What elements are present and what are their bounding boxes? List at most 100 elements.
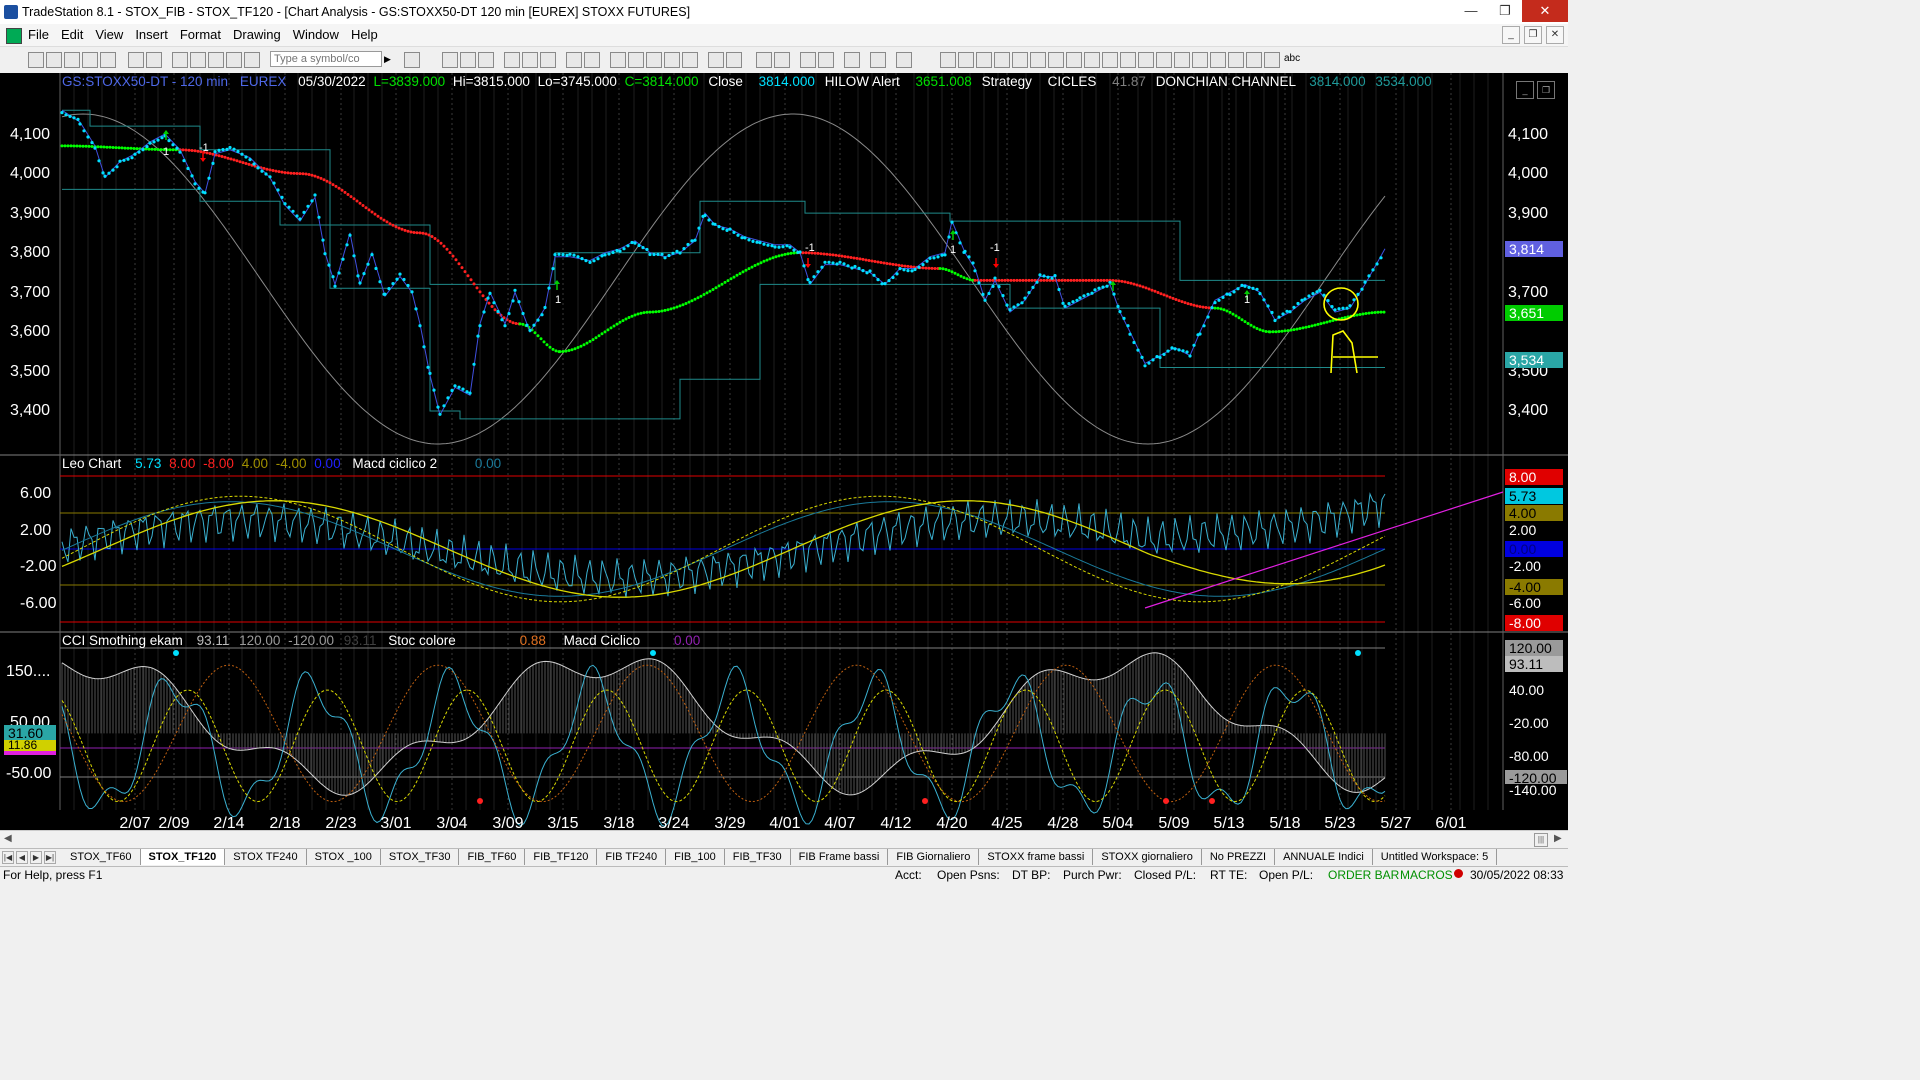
point-figure-icon[interactable]	[664, 52, 680, 68]
tab-first-icon[interactable]: |◀	[2, 851, 14, 864]
tab-stox-tf120[interactable]: STOX_TF120	[140, 849, 226, 865]
donchian-label[interactable]: DONCHIAN CHANNEL	[1156, 74, 1296, 89]
symbol-input[interactable]	[270, 51, 382, 67]
drawing-object-icon[interactable]	[896, 52, 912, 68]
tab-fib-tf240[interactable]: FIB TF240	[597, 849, 667, 865]
tab-stoxx-giornaliero[interactable]: STOXX giornaliero	[1093, 849, 1202, 865]
chart-horizontal-scrollbar[interactable]: ◀ ||| ▶	[0, 830, 1568, 849]
grid-window-icon[interactable]	[478, 52, 494, 68]
panel-minimize-button[interactable]: _	[1516, 81, 1534, 99]
hilow-label[interactable]: HILOW Alert	[825, 74, 900, 89]
strategy-icon[interactable]	[504, 52, 520, 68]
matrix-icon[interactable]	[540, 52, 556, 68]
tab-prev-icon[interactable]: ◀	[16, 851, 28, 864]
arrow-icon[interactable]	[1102, 52, 1118, 68]
scroll-left-icon[interactable]: ◀	[4, 833, 12, 844]
speed-lines-icon[interactable]	[1030, 52, 1046, 68]
open-icon[interactable]	[46, 52, 62, 68]
andrews-pitchfork-icon[interactable]	[1048, 52, 1064, 68]
curve-icon[interactable]	[1192, 52, 1208, 68]
open-workspace-icon[interactable]	[64, 52, 80, 68]
horizontal-line-icon[interactable]	[976, 52, 992, 68]
insert-indicator-icon[interactable]	[566, 52, 582, 68]
zoom-in-bars-icon[interactable]	[708, 52, 724, 68]
tab-annuale-indici[interactable]: ANNUALE Indici	[1275, 849, 1373, 865]
tab-no-prezzi[interactable]: No PREZZI	[1202, 849, 1276, 865]
pointer-icon[interactable]	[800, 52, 816, 68]
crosshair-icon[interactable]	[818, 52, 834, 68]
zoom-out-bars-icon[interactable]	[726, 52, 742, 68]
mdi-restore-button[interactable]: ❐	[1524, 26, 1542, 44]
tab-stox-100[interactable]: STOX _100	[307, 849, 381, 865]
insert-strategy-icon[interactable]	[584, 52, 600, 68]
save-workspace-icon[interactable]	[128, 52, 144, 68]
zoom-out-icon[interactable]	[774, 52, 790, 68]
tab-fib-tf30[interactable]: FIB_TF30	[725, 849, 791, 865]
copy-icon[interactable]	[190, 52, 206, 68]
tab-fib-tf60[interactable]: FIB_TF60	[459, 849, 526, 865]
macd-ciclico-2-label[interactable]: Macd ciclico 2	[352, 456, 437, 471]
line-chart-icon[interactable]	[628, 52, 644, 68]
tab-fib-tf120[interactable]: FIB_TF120	[525, 849, 598, 865]
mdi-close-button[interactable]: ✕	[1546, 26, 1564, 44]
tab-fib-frame-bassi[interactable]: FIB Frame bassi	[791, 849, 889, 865]
data-window-icon[interactable]	[870, 52, 886, 68]
news-window-icon[interactable]	[460, 52, 476, 68]
delete-icon[interactable]	[226, 52, 242, 68]
symbol-label[interactable]: GS:STOXX50-DT - 120 min	[62, 74, 228, 89]
minimize-button[interactable]: —	[1454, 0, 1488, 22]
vertical-line-icon[interactable]	[958, 52, 974, 68]
cci-label[interactable]: CCI Smothing ekam	[62, 633, 183, 648]
fibonacci-arc-icon[interactable]	[1138, 52, 1154, 68]
tab-stox-tf30[interactable]: STOX_TF30	[381, 849, 460, 865]
chart-analysis-window[interactable]: 1 -1 1 -1 1 -1 1 2/07 2/09 2/14 2/18 2/23 3/01 3/04 3…	[0, 73, 1568, 830]
macd-ciclico-label[interactable]: Macd Ciclico	[564, 633, 641, 648]
kagi-icon[interactable]	[682, 52, 698, 68]
macros-indicator[interactable]: MACROS	[1400, 868, 1453, 882]
chart-window-icon[interactable]	[6, 28, 22, 44]
menu-format[interactable]: Format	[174, 27, 227, 42]
hammer-icon[interactable]	[844, 52, 860, 68]
properties-icon[interactable]	[244, 52, 260, 68]
cycle-lines-icon[interactable]	[1066, 52, 1082, 68]
tab-stox-tf60[interactable]: STOX_TF60	[62, 849, 141, 865]
close-label[interactable]: Close	[708, 74, 743, 89]
strategy-label[interactable]: Strategy	[982, 74, 1032, 89]
menu-edit[interactable]: Edit	[55, 27, 89, 42]
tab-next-icon[interactable]: ▶	[30, 851, 42, 864]
open-folder-icon[interactable]	[82, 52, 98, 68]
tab-fib-100[interactable]: FIB_100	[666, 849, 725, 865]
regression-channel-icon[interactable]	[1084, 52, 1100, 68]
paste-icon[interactable]	[208, 52, 224, 68]
menu-view[interactable]: View	[89, 27, 129, 42]
menu-help[interactable]: Help	[345, 27, 384, 42]
cicles-label[interactable]: CICLES	[1048, 74, 1097, 89]
pencil-icon[interactable]	[1174, 52, 1190, 68]
tab-stoxx-frame-bassi[interactable]: STOXX frame bassi	[979, 849, 1094, 865]
menu-window[interactable]: Window	[287, 27, 345, 42]
print-icon[interactable]	[146, 52, 162, 68]
panel-maximize-button[interactable]: ❐	[1537, 81, 1555, 99]
cut-icon[interactable]	[172, 52, 188, 68]
candlestick-icon[interactable]	[646, 52, 662, 68]
scroll-right-icon[interactable]: ▶	[1554, 833, 1562, 844]
chart-canvas[interactable]: 1 -1 1 -1 1 -1 1 2/07 2/09 2/14 2/18 2/23 3/01 3/04 3…	[0, 73, 1568, 830]
arrow-down-icon[interactable]	[1210, 52, 1226, 68]
tab-untitled-workspace[interactable]: Untitled Workspace: 5	[1373, 849, 1498, 865]
trendline-icon[interactable]	[940, 52, 956, 68]
time-zone-icon[interactable]	[1156, 52, 1172, 68]
save-icon[interactable]	[100, 52, 116, 68]
menu-file[interactable]: File	[22, 27, 55, 42]
text-tool-icon[interactable]: abc	[1284, 53, 1300, 64]
maximize-button[interactable]: ❐	[1488, 0, 1522, 22]
menu-drawing[interactable]: Drawing	[227, 27, 287, 42]
mdi-minimize-button[interactable]: _	[1502, 26, 1520, 44]
leo-chart-label[interactable]: Leo Chart	[62, 456, 121, 471]
tab-stox-tf240[interactable]: STOX TF240	[225, 849, 307, 865]
tab-fib-giornaliero[interactable]: FIB Giornaliero	[888, 849, 980, 865]
stoc-colore-label[interactable]: Stoc colore	[388, 633, 456, 648]
gann-fan-icon[interactable]	[994, 52, 1010, 68]
ellipse-icon[interactable]	[1246, 52, 1262, 68]
new-icon[interactable]	[28, 52, 44, 68]
fibonacci-icon[interactable]	[1012, 52, 1028, 68]
